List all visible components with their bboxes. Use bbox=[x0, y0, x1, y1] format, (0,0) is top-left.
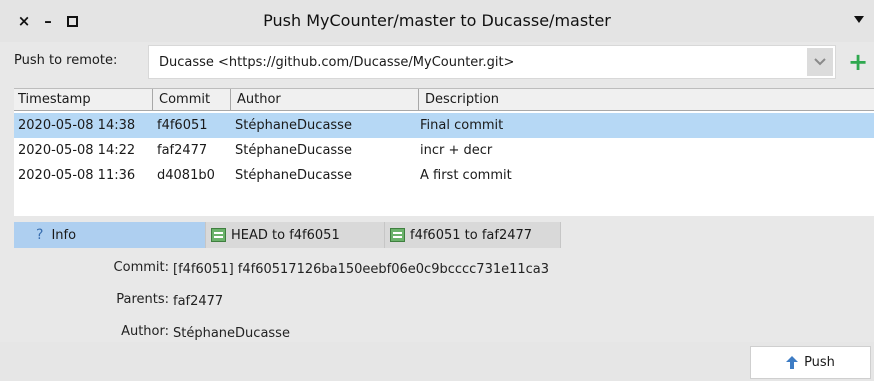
table-header: Timestamp Commit Author Description bbox=[14, 89, 874, 111]
detail-tabs: ? Info HEAD to f4f6051 f4f6051 to faf247… bbox=[14, 222, 874, 248]
info-commit-row: Commit: [f4f6051] f4f60517126ba150eebf06… bbox=[14, 260, 874, 280]
chevron-down-icon[interactable] bbox=[807, 48, 833, 76]
commits-table: Timestamp Commit Author Description 2020… bbox=[14, 88, 874, 216]
window-title: Push MyCounter/master to Ducasse/master bbox=[263, 11, 611, 30]
table-row[interactable]: 2020-05-08 14:38 f4f6051 StéphaneDucasse… bbox=[14, 113, 874, 138]
tab-info-label: Info bbox=[51, 227, 77, 243]
table-row[interactable]: 2020-05-08 11:36 d4081b0 StéphaneDucasse… bbox=[14, 163, 874, 188]
remote-value: Ducasse <https://github.com/Ducasse/MyCo… bbox=[159, 55, 515, 70]
info-author-row: Author: StéphaneDucasse bbox=[14, 324, 874, 342]
tab-head-diff-label: HEAD to f4f6051 bbox=[231, 227, 340, 243]
timestamp-cell: 2020-05-08 14:22 bbox=[18, 143, 136, 158]
tab-info[interactable]: ? Info bbox=[14, 222, 205, 248]
question-icon: ? bbox=[36, 227, 44, 243]
parents-value[interactable]: faf2477 bbox=[173, 294, 223, 309]
diff-icon bbox=[211, 228, 226, 242]
author-cell: StéphaneDucasse bbox=[235, 168, 352, 183]
commit-cell: faf2477 bbox=[157, 143, 208, 158]
push-window: × – Push MyCounter/master to Ducasse/mas… bbox=[0, 0, 874, 381]
author-cell: StéphaneDucasse bbox=[235, 118, 352, 133]
window-menu-icon[interactable] bbox=[854, 16, 864, 23]
remote-select[interactable]: Ducasse <https://github.com/Ducasse/MyCo… bbox=[148, 45, 836, 79]
description-cell: incr + decr bbox=[420, 143, 493, 158]
author-key: Author: bbox=[121, 324, 169, 339]
tab-commit-diff[interactable]: f4f6051 to faf2477 bbox=[384, 222, 561, 248]
tab-commit-diff-label: f4f6051 to faf2477 bbox=[410, 227, 533, 243]
arrow-up-icon bbox=[786, 356, 799, 369]
commit-key: Commit: bbox=[113, 260, 169, 275]
description-cell: Final commit bbox=[420, 118, 504, 133]
column-header-description[interactable]: Description bbox=[419, 89, 874, 111]
title-bar: × – Push MyCounter/master to Ducasse/mas… bbox=[0, 0, 874, 42]
description-cell: A first commit bbox=[420, 168, 512, 183]
timestamp-cell: 2020-05-08 11:36 bbox=[18, 168, 136, 183]
push-to-remote-label: Push to remote: bbox=[14, 53, 118, 68]
author-value: StéphaneDucasse bbox=[173, 326, 290, 341]
add-remote-button[interactable]: + bbox=[846, 48, 870, 76]
column-header-timestamp[interactable]: Timestamp bbox=[14, 89, 153, 111]
info-parents-row: Parents: faf2477 bbox=[14, 292, 874, 312]
diff-icon bbox=[390, 228, 405, 242]
commit-value: [f4f6051] f4f60517126ba150eebf06e0c9bccc… bbox=[173, 262, 550, 277]
column-header-commit[interactable]: Commit bbox=[153, 89, 231, 111]
commit-cell: d4081b0 bbox=[157, 168, 215, 183]
column-header-author[interactable]: Author bbox=[231, 89, 419, 111]
tab-head-diff[interactable]: HEAD to f4f6051 bbox=[205, 222, 384, 248]
commit-info-panel: Commit: [f4f6051] f4f60517126ba150eebf06… bbox=[14, 250, 874, 342]
bottom-bar bbox=[0, 342, 874, 381]
push-button[interactable]: Push bbox=[750, 346, 871, 379]
author-cell: StéphaneDucasse bbox=[235, 143, 352, 158]
timestamp-cell: 2020-05-08 14:38 bbox=[18, 118, 136, 133]
table-row[interactable]: 2020-05-08 14:22 faf2477 StéphaneDucasse… bbox=[14, 138, 874, 163]
commit-cell: f4f6051 bbox=[157, 118, 208, 133]
parents-key: Parents: bbox=[116, 292, 169, 307]
push-label: Push bbox=[804, 355, 835, 370]
